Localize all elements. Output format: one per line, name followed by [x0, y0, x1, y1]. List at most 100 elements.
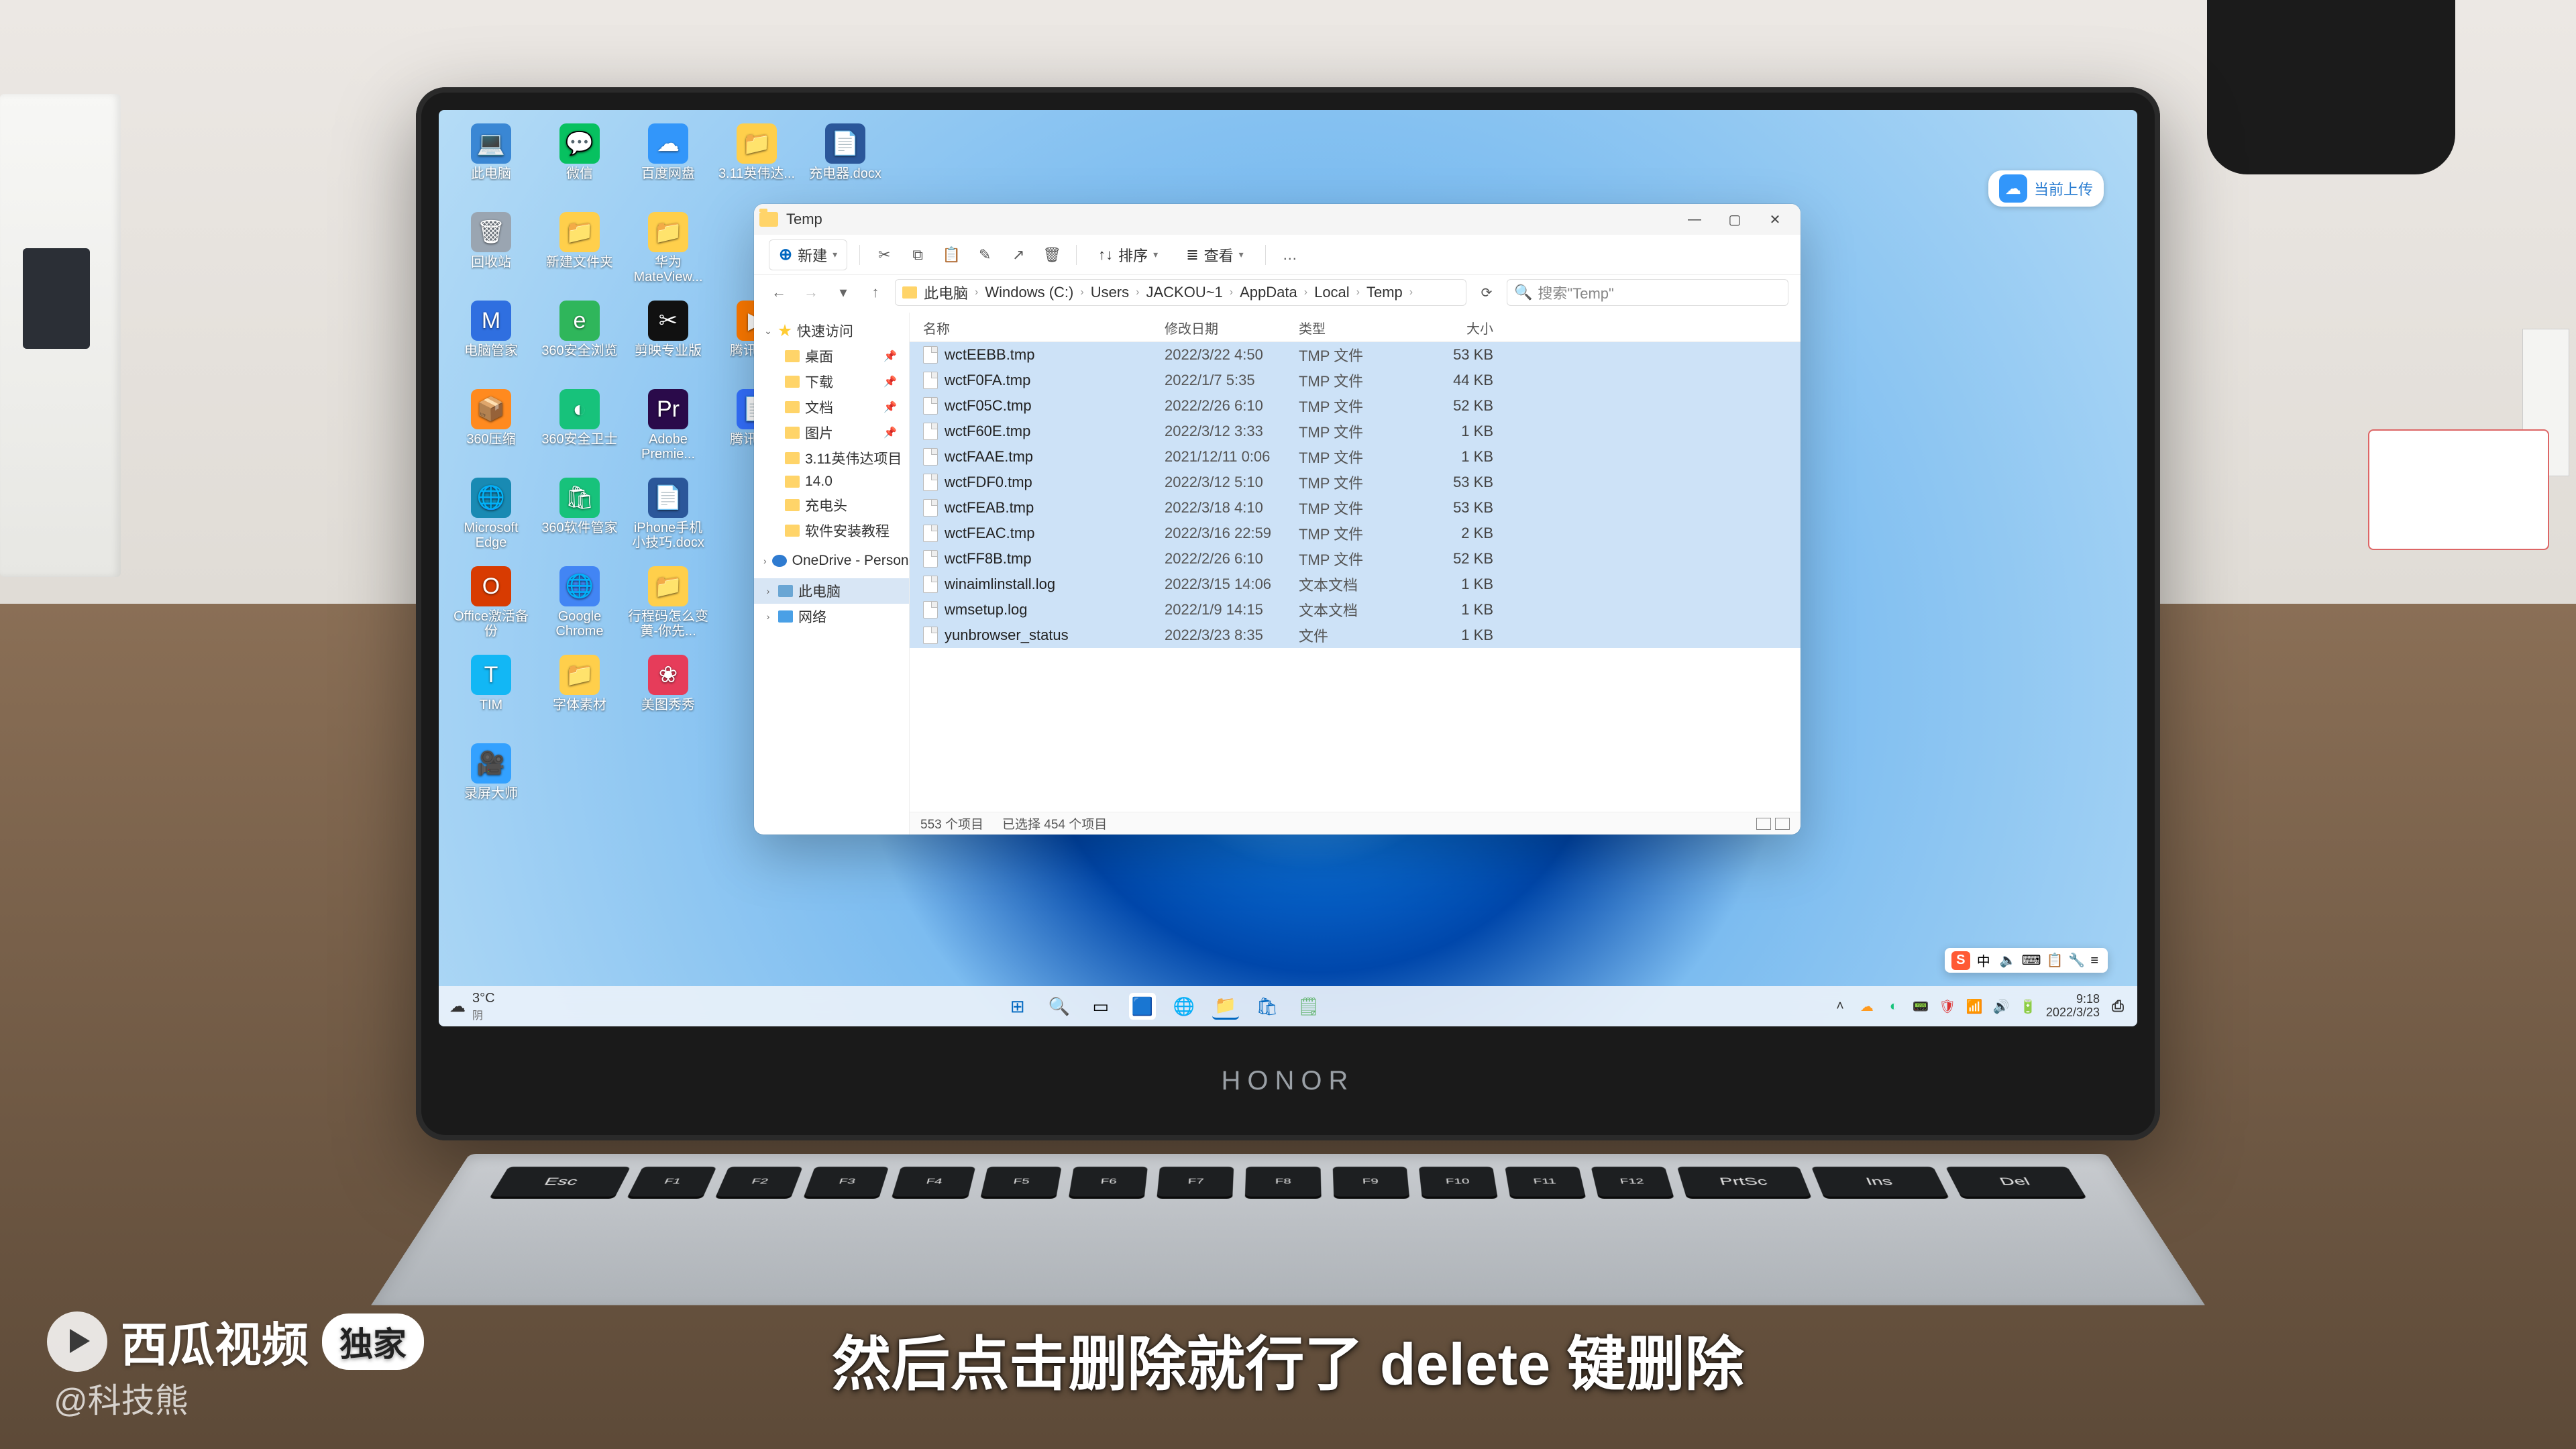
ime-tool-icon[interactable]: ⌨	[2022, 953, 2041, 968]
file-row[interactable]: yunbrowser_status 2022/3/23 8:35 文件 1 KB	[910, 623, 1801, 648]
windows-desktop[interactable]: 💻此电脑💬微信☁百度网盘📁3.11英伟达...📄充电器.docx🗑回收站📁新建文…	[439, 110, 2137, 1026]
cut-button[interactable]: ✂	[872, 243, 896, 267]
close-button[interactable]: ✕	[1755, 204, 1795, 235]
taskbar[interactable]: ☁ 3°C 阴 ⊞ 🔍 ▭ 🟦 🌐 📁 🛍 �	[439, 986, 2137, 1026]
breadcrumb-segment[interactable]: Windows (C:)	[985, 284, 1073, 301]
ime-tool-icon[interactable]: ≡	[2090, 953, 2098, 968]
edge-button[interactable]: 🌐	[1171, 993, 1197, 1020]
copy-button[interactable]: ⧉	[906, 243, 930, 267]
desktop-icon[interactable]: ◐360安全卫士	[537, 385, 623, 471]
search-button[interactable]: 🔍	[1046, 993, 1073, 1020]
file-list[interactable]: wctEEBB.tmp 2022/3/22 4:50 TMP 文件 53 KB …	[910, 342, 1801, 812]
view-list-icon[interactable]	[1756, 818, 1771, 830]
sidebar-item[interactable]: 3.11英伟达项目	[754, 445, 909, 471]
ime-tool-icon[interactable]: 🔈	[2000, 953, 2017, 968]
file-row[interactable]: wctFDF0.tmp 2022/3/12 5:10 TMP 文件 53 KB	[910, 470, 1801, 495]
desktop-icon[interactable]: 🗑回收站	[448, 208, 534, 294]
breadcrumb-segment[interactable]: 此电脑	[924, 282, 968, 303]
maximize-button[interactable]: ▢	[1715, 204, 1755, 235]
back-button[interactable]: ←	[766, 280, 792, 305]
desktop-icon[interactable]: 🎥录屏大师	[448, 739, 534, 825]
desktop-icon[interactable]: 📦360压缩	[448, 385, 534, 471]
breadcrumb-segment[interactable]: Local	[1314, 284, 1350, 301]
col-name[interactable]: 名称	[923, 318, 1165, 337]
tray-cloud-icon[interactable]: ☁	[1858, 998, 1876, 1015]
cloud-upload-badge[interactable]: ☁ 当前上传	[1988, 170, 2104, 207]
desktop-icon[interactable]: 📁字体素材	[537, 651, 623, 737]
desktop-icon[interactable]: 🌐Google Chrome	[537, 562, 623, 648]
paste-button[interactable]: 📋	[939, 243, 963, 267]
rename-button[interactable]: ✎	[973, 243, 997, 267]
col-size[interactable]: 大小	[1413, 318, 1500, 337]
sidebar[interactable]: ⌄ 快速访问 桌面📌下载📌文档📌图片📌3.11英伟达项目14.0充电头软件安装教…	[754, 313, 910, 835]
desktop-icon[interactable]: 📁3.11英伟达...	[714, 119, 800, 205]
desktop-icon[interactable]: PrAdobe Premie...	[625, 385, 711, 471]
file-row[interactable]: wmsetup.log 2022/1/9 14:15 文本文档 1 KB	[910, 597, 1801, 623]
search-input[interactable]: 🔍 搜索"Temp"	[1507, 279, 1788, 306]
delete-button[interactable]: 🗑	[1040, 243, 1064, 267]
desktop-icon[interactable]: ✂剪映专业版	[625, 297, 711, 382]
breadcrumb-segment[interactable]: Temp	[1366, 284, 1403, 301]
share-button[interactable]: ↗	[1006, 243, 1030, 267]
ime-tool-icon[interactable]: 📋	[2047, 953, 2063, 968]
file-row[interactable]: wctF0FA.tmp 2022/1/7 5:35 TMP 文件 44 KB	[910, 368, 1801, 393]
file-row[interactable]: wctFF8B.tmp 2022/2/26 6:10 TMP 文件 52 KB	[910, 546, 1801, 572]
file-row[interactable]: wctEEBB.tmp 2022/3/22 4:50 TMP 文件 53 KB	[910, 342, 1801, 368]
refresh-button[interactable]: ⟳	[1473, 279, 1500, 306]
sidebar-item[interactable]: 下载📌	[754, 369, 909, 394]
taskview-button[interactable]: ▭	[1087, 993, 1114, 1020]
desktop-icon[interactable]: e360安全浏览	[537, 297, 623, 382]
tray-battery-icon[interactable]: 🔋	[2019, 998, 2037, 1015]
forward-button[interactable]: →	[798, 280, 824, 305]
tray-360-icon[interactable]: ◐	[1885, 998, 1902, 1015]
breadcrumb-segment[interactable]: AppData	[1240, 284, 1297, 301]
file-row[interactable]: wctFEAB.tmp 2022/3/18 4:10 TMP 文件 53 KB	[910, 495, 1801, 521]
view-grid-icon[interactable]	[1775, 818, 1790, 830]
view-button[interactable]: ≣ 查看 ▾	[1177, 240, 1252, 270]
file-row[interactable]: winaimlinstall.log 2022/3/15 14:06 文本文档 …	[910, 572, 1801, 597]
notes-button[interactable]: 🗒	[1295, 993, 1322, 1020]
desktop-icon[interactable]: 📄iPhone手机小技巧.docx	[625, 474, 711, 559]
desktop-icon[interactable]: M电脑管家	[448, 297, 534, 382]
breadcrumb-segment[interactable]: Users	[1091, 284, 1129, 301]
file-explorer-window[interactable]: Temp — ▢ ✕ ⊕ 新建 ▾	[754, 204, 1801, 835]
desktop-icon[interactable]: 💬微信	[537, 119, 623, 205]
desktop-icon[interactable]: 📄充电器.docx	[802, 119, 888, 205]
tray-chevron-icon[interactable]: ˄	[1831, 998, 1849, 1015]
breadcrumb[interactable]: 此电脑›Windows (C:)›Users›JACKOU~1›AppData›…	[895, 279, 1466, 306]
col-type[interactable]: 类型	[1299, 318, 1413, 337]
sidebar-item[interactable]: 软件安装教程	[754, 518, 909, 543]
sidebar-network[interactable]: › 网络	[754, 604, 909, 629]
new-button[interactable]: ⊕ 新建 ▾	[769, 239, 847, 270]
file-row[interactable]: wctF60E.tmp 2022/3/12 3:33 TMP 文件 1 KB	[910, 419, 1801, 444]
chevron-down-icon[interactable]: ▾	[830, 280, 856, 305]
widgets-button[interactable]: 🟦	[1129, 993, 1156, 1020]
desktop-icon[interactable]: ☁百度网盘	[625, 119, 711, 205]
taskbar-clock[interactable]: 9:18 2022/3/23	[2046, 993, 2100, 1020]
ime-tool-icon[interactable]: 🔧	[2068, 953, 2085, 968]
desktop-icon[interactable]: TTIM	[448, 651, 534, 737]
sidebar-onedrive[interactable]: › OneDrive - Persona	[754, 550, 909, 572]
store-button[interactable]: 🛍	[1254, 993, 1281, 1020]
taskbar-tray[interactable]: ˄ ☁ ◐ 📟 🛡 📶 🔊 🔋 9:18 2022/3/23 ⎙	[1831, 993, 2127, 1020]
tray-app-icon[interactable]: 📟	[1912, 998, 1929, 1015]
more-button[interactable]: …	[1278, 243, 1302, 267]
desktop-icon[interactable]: OOffice激活备份	[448, 562, 534, 648]
sidebar-item[interactable]: 文档📌	[754, 394, 909, 420]
desktop-icon[interactable]: ❀美图秀秀	[625, 651, 711, 737]
desktop-icon[interactable]: 📁新建文件夹	[537, 208, 623, 294]
sidebar-item[interactable]: 桌面📌	[754, 343, 909, 369]
col-date[interactable]: 修改日期	[1165, 318, 1299, 337]
start-button[interactable]: ⊞	[1004, 993, 1031, 1020]
desktop-icon[interactable]: 📁行程码怎么变黄-你先...	[625, 562, 711, 648]
sidebar-quick-access[interactable]: ⌄ 快速访问	[754, 318, 909, 343]
sidebar-item[interactable]: 图片📌	[754, 420, 909, 445]
desktop-icon[interactable]: 🛍360软件管家	[537, 474, 623, 559]
desktop-icon[interactable]: 🌐Microsoft Edge	[448, 474, 534, 559]
desktop-icon[interactable]: 📁华为MateView...	[625, 208, 711, 294]
titlebar[interactable]: Temp — ▢ ✕	[754, 204, 1801, 235]
taskbar-weather[interactable]: ☁ 3°C 阴	[449, 991, 495, 1022]
ime-bar[interactable]: S 中 🔈⌨📋🔧≡	[1945, 948, 2108, 973]
sidebar-item[interactable]: 充电头	[754, 492, 909, 518]
tray-volume-icon[interactable]: 🔊	[1992, 998, 2010, 1015]
